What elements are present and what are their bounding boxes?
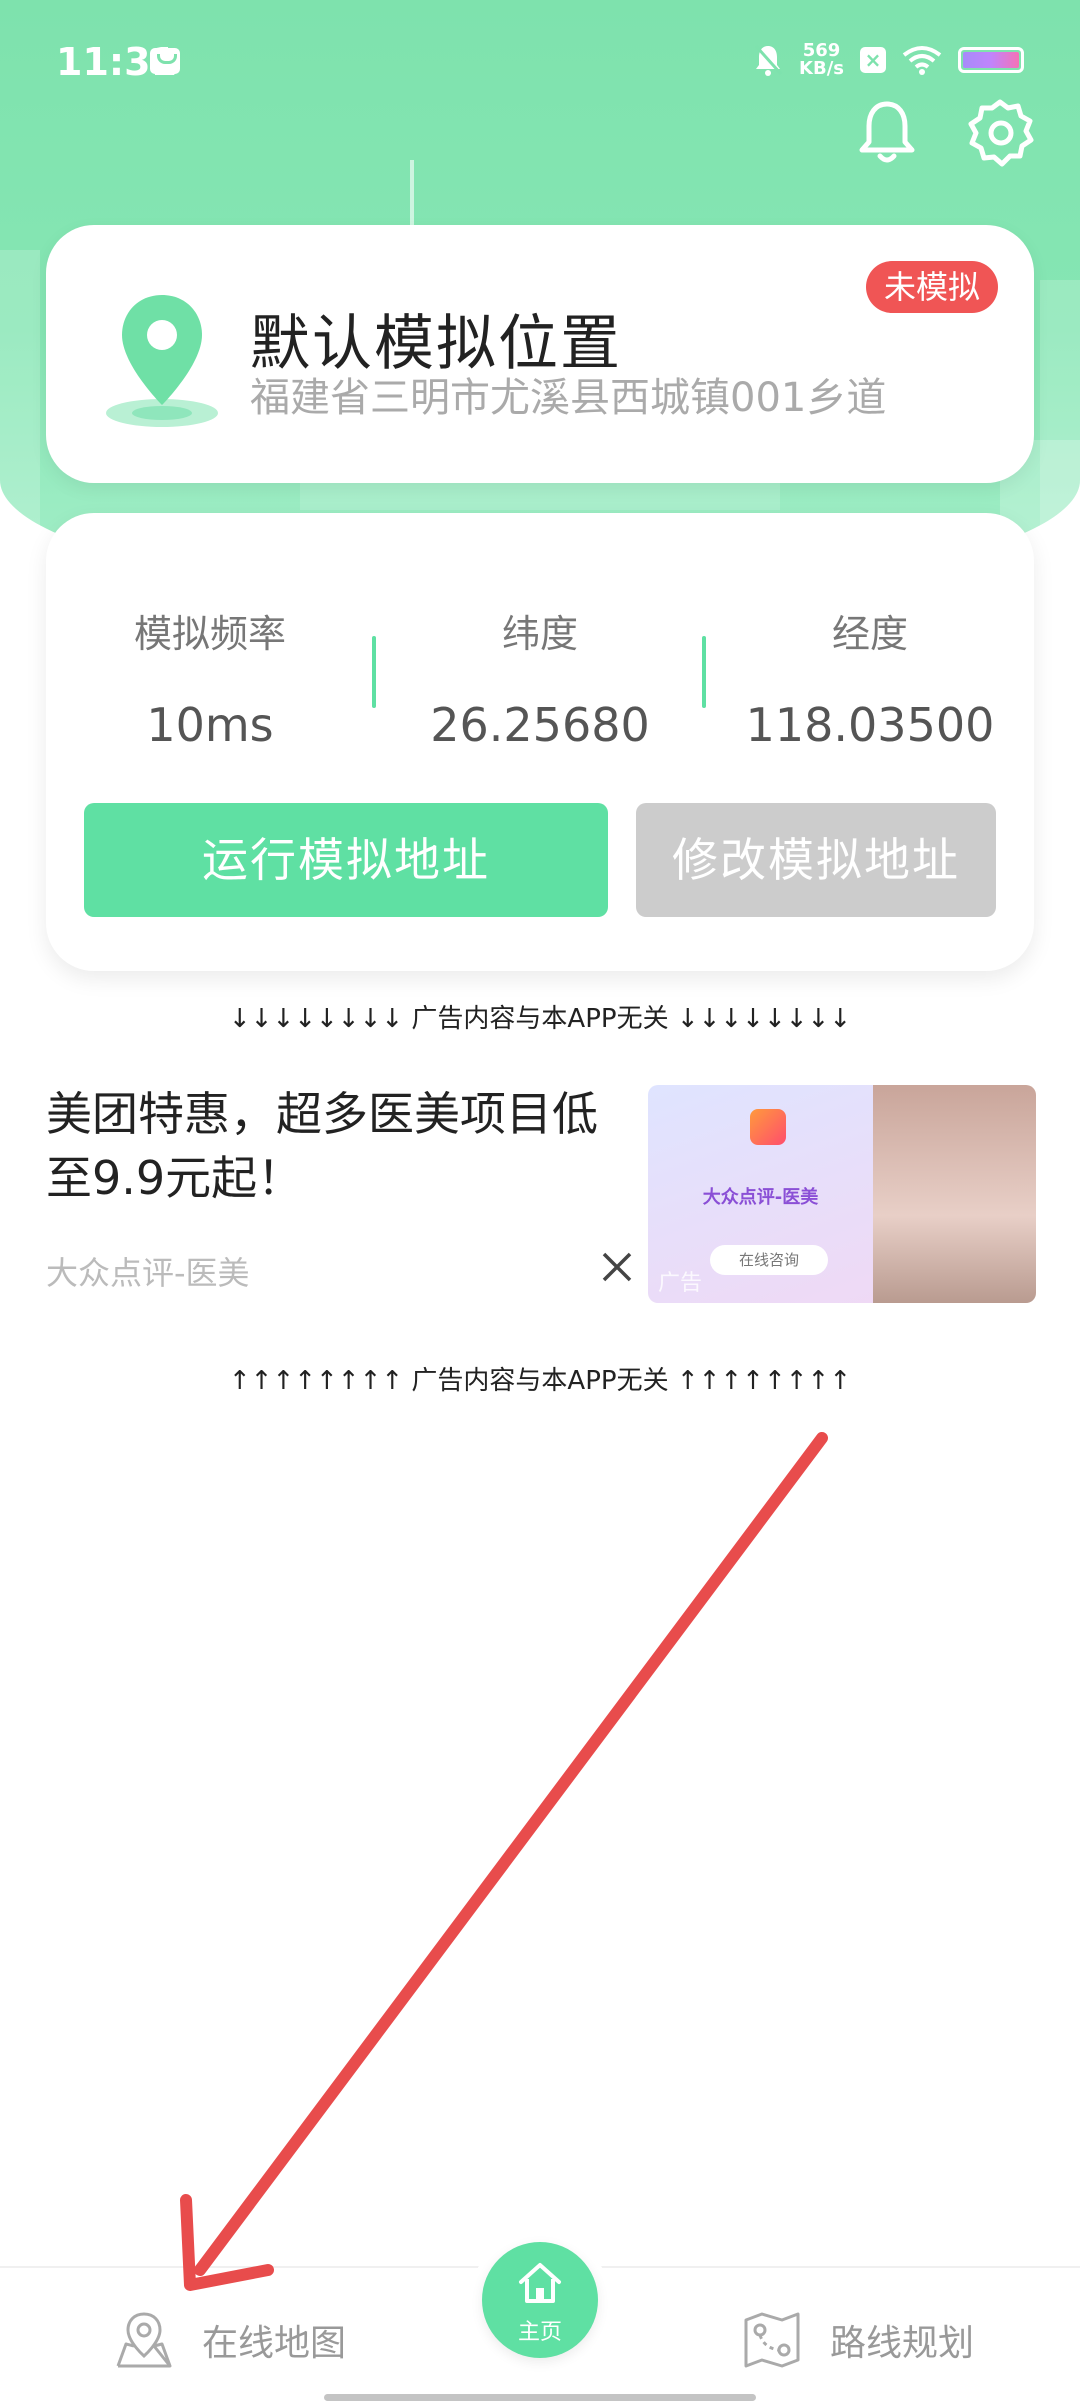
battery-icon (958, 47, 1024, 73)
message-icon (150, 48, 180, 74)
gesture-navigation-bar[interactable] (324, 2394, 756, 2401)
stat-latitude: 纬度 26.25680 (390, 603, 690, 752)
stat-longitude: 经度 118.03500 (720, 603, 1020, 752)
ad-consult-button[interactable]: 在线咨询 (710, 1245, 828, 1275)
building-silhouette (0, 250, 40, 580)
status-badge: 未模拟 (865, 261, 998, 313)
mute-bell-icon (754, 45, 783, 76)
stat-divider (702, 636, 706, 708)
stat-value: 118.03500 (745, 698, 995, 752)
stat-label: 模拟频率 (133, 612, 286, 656)
route-map-icon (744, 2312, 800, 2368)
run-simulation-button[interactable]: 运行模拟地址 (84, 803, 608, 917)
ad-photo (873, 1085, 1036, 1303)
battery-level (963, 52, 1019, 68)
map-pin-icon (116, 2312, 172, 2368)
stat-label: 纬度 (501, 612, 578, 656)
ad-source: 大众点评-医美 (46, 1254, 250, 1292)
ad-image-panel: 大众点评-医美 在线咨询 广告 (648, 1085, 873, 1303)
nav-route-planning[interactable]: 路线规划 (740, 2308, 974, 2372)
ad-close-icon[interactable] (598, 1248, 636, 1286)
location-address: 福建省三明市尤溪县西城镇001乡道 (250, 375, 887, 421)
stat-value: 26.25680 (430, 698, 650, 752)
sim-off-icon: × (860, 47, 886, 73)
network-speed-unit: KB/s (799, 58, 844, 79)
wifi-icon (902, 46, 942, 75)
location-pin-icon (106, 295, 218, 427)
nav-home-label: 主页 (517, 2320, 562, 2345)
home-icon (519, 2263, 561, 2303)
nav-online-map[interactable]: 在线地图 (112, 2308, 346, 2372)
stat-frequency: 模拟频率 10ms (60, 603, 360, 752)
stat-label: 经度 (831, 612, 908, 656)
nav-home-button[interactable]: 主页 (482, 2242, 598, 2358)
nav-online-map-label: 在线地图 (202, 2323, 347, 2364)
network-speed: 569 KB/s (799, 42, 844, 78)
edit-simulation-button[interactable]: 修改模拟地址 (636, 803, 996, 917)
ad-title[interactable]: 美团特惠，超多医美项目低至9.9元起！ (46, 1082, 626, 1210)
notification-bell-icon[interactable] (852, 98, 922, 168)
ad-app-logo (750, 1109, 786, 1145)
antenna-silhouette (410, 160, 414, 230)
stat-divider (372, 636, 376, 708)
ad-image[interactable]: 大众点评-医美 在线咨询 广告 (648, 1085, 1036, 1303)
ad-disclaimer-top: ↓↓↓↓↓↓↓↓ 广告内容与本APP无关 ↓↓↓↓↓↓↓↓ (228, 1004, 852, 1034)
settings-gear-icon[interactable] (965, 98, 1035, 168)
ad-disclaimer-bottom: ↑↑↑↑↑↑↑↑ 广告内容与本APP无关 ↑↑↑↑↑↑↑↑ (228, 1366, 852, 1396)
stat-value: 10ms (146, 698, 274, 752)
ad-image-brand: 大众点评-医美 (702, 1187, 819, 1208)
simulation-stats-card: 模拟频率 10ms 纬度 26.25680 经度 118.03500 运行模拟地… (46, 513, 1034, 971)
location-card[interactable]: 默认模拟位置 福建省三明市尤溪县西城镇001乡道 未模拟 (46, 225, 1034, 483)
ad-mark: 广告 (658, 1271, 703, 1296)
nav-route-planning-label: 路线规划 (830, 2323, 975, 2364)
status-indicators: 569 KB/s × (753, 42, 1024, 78)
